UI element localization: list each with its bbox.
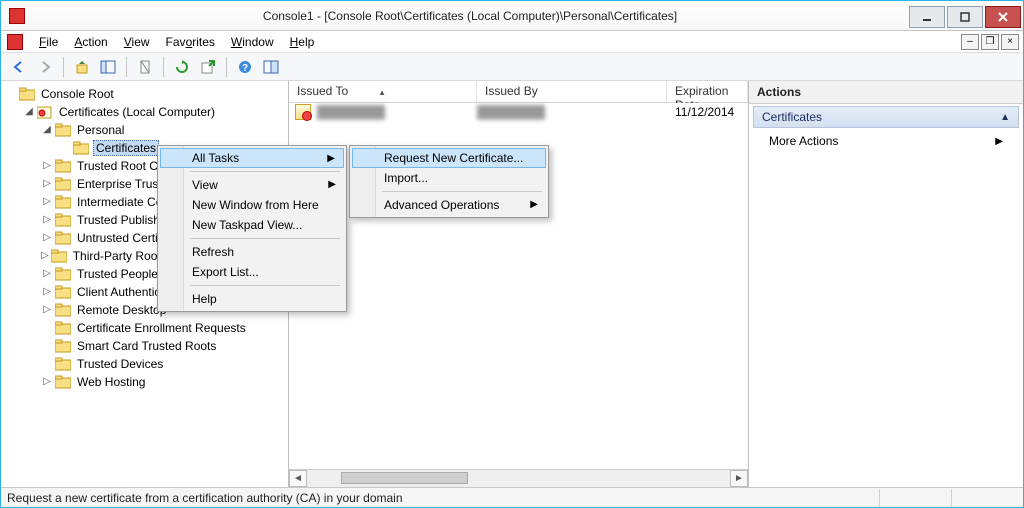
- ctx-view[interactable]: View ▶: [160, 175, 344, 195]
- help-button[interactable]: ?: [233, 55, 257, 79]
- tree-item[interactable]: Smart Card Trusted Roots: [37, 337, 288, 355]
- tree-certificates-local[interactable]: ◢ Certificates (Local Computer): [19, 103, 288, 121]
- mdi-restore-button[interactable]: ❐: [981, 34, 999, 50]
- menu-favorites[interactable]: Favorites: [158, 33, 223, 51]
- maximize-button[interactable]: [947, 6, 983, 28]
- ctx-advanced-operations[interactable]: Advanced Operations ▶: [352, 195, 546, 215]
- scroll-right-button[interactable]: ►: [730, 470, 748, 487]
- collapse-icon: ▲: [1000, 112, 1010, 123]
- submenu-arrow-icon: ▶: [327, 153, 335, 164]
- menu-help[interactable]: Help: [282, 33, 323, 51]
- title-bar: Console1 - [Console Root\Certificates (L…: [1, 1, 1023, 31]
- status-bar: Request a new certificate from a certifi…: [1, 487, 1023, 507]
- window-title: Console1 - [Console Root\Certificates (L…: [31, 9, 909, 23]
- menu-action[interactable]: Action: [66, 33, 115, 51]
- mdi-minimize-button[interactable]: –: [961, 34, 979, 50]
- actions-pane: Actions Certificates ▲ More Actions ▶: [749, 81, 1023, 487]
- mdi-close-button[interactable]: ×: [1001, 34, 1019, 50]
- app-icon: [9, 8, 25, 24]
- context-menu: All Tasks ▶ View ▶ New Window from Here …: [157, 145, 347, 312]
- actions-header: Actions: [749, 81, 1023, 104]
- actions-category[interactable]: Certificates ▲: [753, 106, 1019, 128]
- back-button[interactable]: [7, 55, 31, 79]
- col-issued-to[interactable]: Issued To: [289, 81, 477, 102]
- submenu-arrow-icon: ▶: [530, 199, 538, 210]
- scroll-left-button[interactable]: ◄: [289, 470, 307, 487]
- export-button[interactable]: [196, 55, 220, 79]
- delete-button[interactable]: [133, 55, 157, 79]
- cell-expiration: 11/12/2014: [667, 105, 748, 119]
- list-row[interactable]: ████████ ████████ 11/12/2014: [289, 103, 748, 121]
- minimize-button[interactable]: [909, 6, 945, 28]
- menu-view[interactable]: View: [116, 33, 158, 51]
- svg-text:?: ?: [242, 63, 248, 74]
- horizontal-scrollbar[interactable]: ◄ ►: [289, 469, 748, 487]
- menu-window[interactable]: Window: [223, 33, 282, 51]
- list-pane: Issued To Issued By Expiration Date ████…: [289, 81, 749, 487]
- status-cell: [951, 489, 1023, 507]
- ctx-help[interactable]: Help: [160, 289, 344, 309]
- certificate-icon: [295, 104, 311, 120]
- show-hide-tree-button[interactable]: [96, 55, 120, 79]
- close-button[interactable]: [985, 6, 1021, 28]
- ctx-request-new-certificate[interactable]: Request New Certificate...: [352, 148, 546, 168]
- menu-file[interactable]: File: [31, 33, 66, 51]
- cell-issued-to: ████████: [317, 105, 385, 119]
- chevron-right-icon: ▶: [995, 136, 1003, 147]
- tree-item[interactable]: Certificate Enrollment Requests: [37, 319, 288, 337]
- ctx-import[interactable]: Import...: [352, 168, 546, 188]
- action-more[interactable]: More Actions ▶: [749, 130, 1023, 152]
- tree-item[interactable]: Trusted Devices: [37, 355, 288, 373]
- tree-console-root[interactable]: Console Root: [1, 85, 288, 103]
- ctx-refresh[interactable]: Refresh: [160, 242, 344, 262]
- options-button[interactable]: [259, 55, 283, 79]
- col-issued-by[interactable]: Issued By: [477, 81, 667, 102]
- scroll-thumb[interactable]: [341, 472, 468, 484]
- mmc-icon: [7, 34, 23, 50]
- tree-personal[interactable]: ◢ Personal: [37, 121, 288, 139]
- menu-bar: File Action View Favorites Window Help –…: [1, 31, 1023, 53]
- col-expiration[interactable]: Expiration Date: [667, 81, 748, 102]
- refresh-button[interactable]: [170, 55, 194, 79]
- list-header: Issued To Issued By Expiration Date: [289, 81, 748, 103]
- cell-issued-by: ████████: [477, 105, 667, 119]
- toolbar: ?: [1, 53, 1023, 81]
- tree-item[interactable]: ▷Web Hosting: [37, 373, 288, 391]
- up-button[interactable]: [70, 55, 94, 79]
- ctx-all-tasks[interactable]: All Tasks ▶: [160, 148, 344, 168]
- ctx-export-list[interactable]: Export List...: [160, 262, 344, 282]
- forward-button[interactable]: [33, 55, 57, 79]
- ctx-new-window[interactable]: New Window from Here: [160, 195, 344, 215]
- submenu-arrow-icon: ▶: [328, 179, 336, 190]
- status-cell: [879, 489, 951, 507]
- ctx-new-taskpad[interactable]: New Taskpad View...: [160, 215, 344, 235]
- context-submenu: Request New Certificate... Import... Adv…: [349, 145, 549, 218]
- status-text: Request a new certificate from a certifi…: [7, 491, 403, 505]
